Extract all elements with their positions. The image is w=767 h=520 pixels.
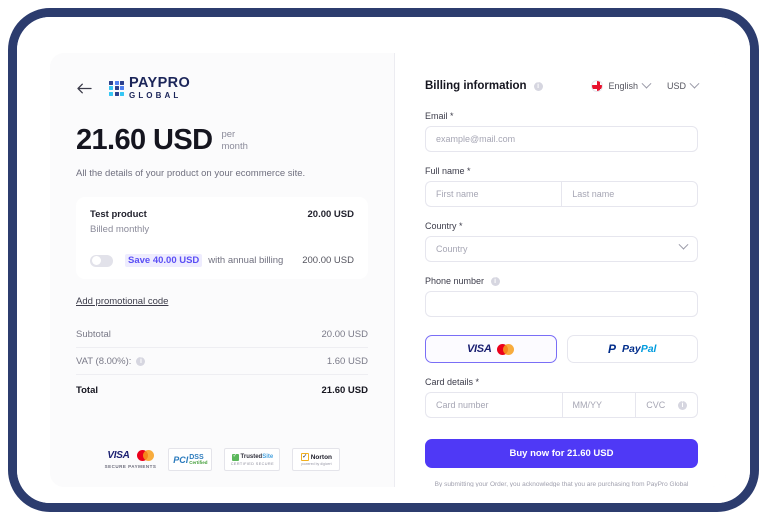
billing-info-icon[interactable]: i <box>533 81 543 91</box>
annual-billing-toggle[interactable] <box>90 254 113 267</box>
pci-label: PCI <box>173 454 189 465</box>
vat-info-icon[interactable]: i <box>136 356 146 366</box>
card-details-label: Card details * <box>425 377 480 388</box>
product-price: 20.00 USD <box>307 209 354 220</box>
check-icon: ✓ <box>231 453 239 461</box>
currency-selector[interactable]: USD <box>666 78 700 91</box>
phone-label: Phone number i <box>425 276 698 287</box>
chevron-down-icon <box>641 78 652 89</box>
checkmark-icon: ✓ <box>300 453 309 461</box>
subtotal-row: Subtotal 20.00 USD <box>76 321 368 348</box>
visa-icon: VISA <box>467 343 492 356</box>
logo-grid-icon <box>109 80 124 96</box>
price-row: 21.60 USD per month <box>76 126 368 155</box>
add-promotional-code-link[interactable]: Add promotional code <box>76 296 168 307</box>
price-period: per month <box>221 126 247 153</box>
total-label: Total <box>76 384 98 396</box>
paypro-logo[interactable]: PAYPRO GLOBAL <box>109 76 190 100</box>
trustedsite-name-b: Site <box>262 454 274 460</box>
phone-field[interactable] <box>425 291 698 318</box>
annual-billing-price: 200.00 USD <box>302 255 354 266</box>
card-details-row: i <box>425 392 698 419</box>
card-cvc-wrap: i <box>635 392 698 419</box>
vat-label: VAT (8.00%): <box>76 355 132 367</box>
country-select-wrap <box>425 236 698 262</box>
first-name-field[interactable] <box>425 181 562 207</box>
fullname-row <box>425 181 698 207</box>
trust-badges: VISA SECURE PAYMENTS PCI DSS Certified ✓… <box>76 448 369 471</box>
logo-subtitle: GLOBAL <box>129 90 182 100</box>
logo-name: PAYPRO <box>129 75 191 92</box>
order-summary-panel: PAYPRO GLOBAL 21.60 USD per month All th… <box>50 53 395 487</box>
product-description: All the details of your product on your … <box>76 168 306 179</box>
mastercard-icon <box>497 343 515 355</box>
locale-selectors: English USD <box>591 78 700 92</box>
cvc-info-icon[interactable]: i <box>678 400 687 410</box>
total-row: Total 21.60 USD <box>76 375 368 405</box>
paypal-label-a: Pay <box>622 343 641 356</box>
total-value: 21.60 USD <box>321 384 368 396</box>
billing-header: Billing information i English USD <box>425 77 700 95</box>
country-select[interactable] <box>425 236 698 262</box>
annual-billing-row: Save 40.00 USD with annual billing 200.0… <box>90 254 354 267</box>
annual-save-badge: Save 40.00 USD <box>125 254 203 267</box>
annual-billing-label: with annual billing <box>208 255 284 266</box>
trustedsite-name-a: Trusted <box>240 454 263 460</box>
brand-row: PAYPRO GLOBAL <box>76 76 368 100</box>
last-name-field[interactable] <box>561 181 698 207</box>
legal-disclaimer: By submitting your Order, you acknowledg… <box>434 481 689 487</box>
card-number-field[interactable] <box>425 392 562 419</box>
subtotal-value: 20.00 USD <box>321 328 368 340</box>
device-frame: PAYPRO GLOBAL 21.60 USD per month All th… <box>8 8 759 512</box>
secure-payments-badge: VISA SECURE PAYMENTS <box>105 450 157 469</box>
email-field[interactable] <box>425 126 698 152</box>
total-price: 21.60 USD <box>76 124 213 156</box>
phone-info-icon[interactable]: i <box>490 277 500 287</box>
mastercard-icon <box>136 450 154 461</box>
vat-row: VAT (8.00%): i 1.60 USD <box>76 348 368 375</box>
chevron-down-icon <box>689 78 700 89</box>
price-period-line1: per <box>221 129 236 140</box>
norton-name: Norton <box>310 453 333 461</box>
phone-label-text: Phone number <box>425 276 485 286</box>
pci-certified-label: Certified <box>189 459 208 465</box>
uk-flag-icon <box>591 80 604 92</box>
fullname-label: Full name * <box>425 166 471 176</box>
checkout-card: PAYPRO GLOBAL 21.60 USD per month All th… <box>50 53 726 487</box>
payment-method-tabs: VISA P PayPal <box>425 335 698 364</box>
subtotal-label: Subtotal <box>76 328 111 340</box>
product-card: Test product Billed monthly 20.00 USD Sa… <box>76 197 368 279</box>
billing-title: Billing information <box>425 80 527 92</box>
product-name: Test product <box>90 209 147 220</box>
secure-payments-label: SECURE PAYMENTS <box>104 464 157 469</box>
payment-tab-paypal[interactable]: P PayPal <box>566 335 698 364</box>
buy-now-button[interactable]: Buy now for 21.60 USD <box>425 439 698 469</box>
billing-form-panel: Billing information i English USD Email … <box>395 53 726 487</box>
arrow-left-icon[interactable] <box>76 80 92 96</box>
payment-tab-card[interactable]: VISA <box>425 335 557 364</box>
price-period-line2: month <box>221 140 248 152</box>
product-header-row: Test product Billed monthly 20.00 USD <box>90 209 354 235</box>
trustedsite-badge: ✓ TrustedSite CERTIFIED SECURE <box>224 448 281 471</box>
paypal-label-b: Pal <box>640 343 657 356</box>
paypal-icon: P <box>608 342 617 357</box>
card-cvc-field[interactable] <box>646 400 672 411</box>
trustedsite-sub: CERTIFIED SECURE <box>230 461 274 466</box>
vat-value: 1.60 USD <box>326 355 368 367</box>
country-label: Country * <box>425 221 463 231</box>
language-label: English <box>608 81 638 91</box>
product-billing-period: Billed monthly <box>90 224 150 235</box>
currency-label: USD <box>666 81 686 91</box>
page-surface: PAYPRO GLOBAL 21.60 USD per month All th… <box>17 17 750 503</box>
norton-badge: ✓ Norton powered by digicert <box>292 448 341 471</box>
card-expiry-field[interactable] <box>561 392 636 419</box>
norton-sub: powered by digicert <box>301 462 332 466</box>
visa-icon: VISA <box>107 450 130 461</box>
email-label: Email * <box>425 111 454 121</box>
language-selector[interactable]: English <box>591 78 652 92</box>
pci-dss-badge: PCI DSS Certified <box>168 448 213 471</box>
